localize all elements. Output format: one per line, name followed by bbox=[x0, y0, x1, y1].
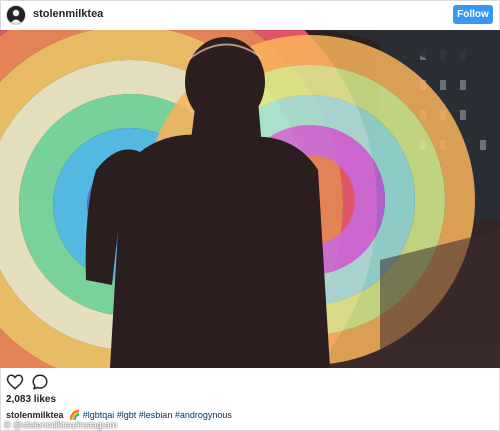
comment-bubble-icon[interactable] bbox=[31, 373, 49, 391]
action-bar bbox=[0, 368, 500, 402]
avatar[interactable] bbox=[6, 5, 26, 25]
post-header: stolenmilktea Follow bbox=[0, 0, 500, 30]
follow-button[interactable]: Follow bbox=[453, 5, 493, 24]
caption-username[interactable]: stolenmilktea bbox=[6, 410, 64, 420]
header-username[interactable]: stolenmilktea bbox=[33, 8, 103, 20]
caption-hashtags[interactable]: 🌈 #lgbtqai #lgbt #lesbian #androgynous bbox=[69, 410, 232, 420]
likes-count[interactable]: 2,083 likes bbox=[6, 394, 56, 405]
heart-icon[interactable] bbox=[6, 373, 24, 391]
post-photo[interactable] bbox=[0, 30, 500, 368]
image-watermark: © @stolenmilktea/Instagram bbox=[4, 420, 118, 430]
